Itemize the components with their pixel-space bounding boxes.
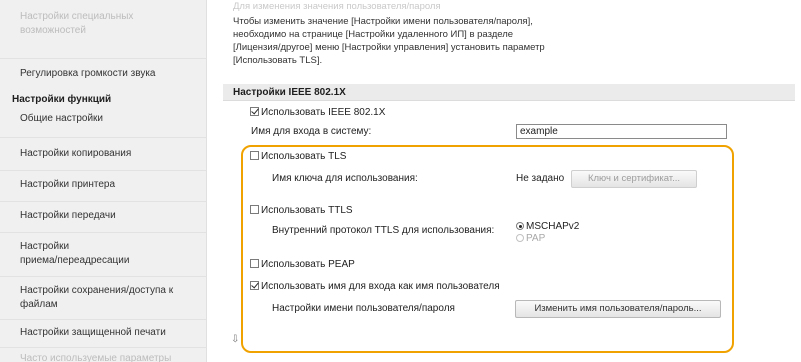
sidebar-item-label: Регулировка громкости звука (20, 68, 156, 79)
sidebar-item-label: файлам (20, 299, 58, 310)
sidebar-item-label: Настройки (20, 241, 70, 252)
pap-label: PAP (526, 233, 546, 244)
sidebar-item-secure-print[interactable]: Настройки защищенной печати (0, 326, 206, 340)
ttls-option-pap[interactable]: PAP (516, 232, 545, 246)
sidebar-item-frequent[interactable]: Часто используемые параметры (0, 352, 206, 362)
sidebar-divider (0, 170, 206, 171)
key-name-value: Не задано (516, 173, 565, 184)
use-ttls-checkbox-row[interactable]: Использовать TTLS (250, 204, 353, 218)
sidebar: Настройки специальных возможностей Регул… (0, 0, 207, 362)
use-peap-checkbox-row[interactable]: Использовать PEAP (250, 258, 355, 272)
note-line: Чтобы изменить значение [Настройки имени… (233, 16, 533, 27)
sidebar-item-accessibility[interactable]: Настройки специальных возможностей (0, 10, 206, 38)
sidebar-item-label: Часто используемые параметры (20, 353, 172, 362)
login-name-label: Имя для входа в систему: (251, 126, 372, 137)
scroll-down-arrow-icon[interactable]: ⇩ (231, 334, 239, 345)
sidebar-divider (0, 58, 206, 59)
key-certificate-button[interactable]: Ключ и сертификат... (571, 170, 697, 188)
note-line-faded: Для изменения значения пользователя/паро… (233, 1, 441, 12)
change-username-password-button[interactable]: Изменить имя пользователя/пароль... (515, 300, 721, 318)
use-ieee8021x-label: Использовать IEEE 802.1X (261, 107, 386, 118)
use-peap-label: Использовать PEAP (261, 259, 355, 270)
ttls-protocol-label: Внутренний протокол TTLS для использован… (272, 225, 495, 236)
use-ttls-checkbox[interactable] (250, 205, 259, 214)
mschapv2-radio[interactable] (516, 222, 524, 230)
use-tls-checkbox[interactable] (250, 151, 259, 160)
sidebar-item-send[interactable]: Настройки передачи (0, 209, 206, 223)
sidebar-item-label: Настройки копирования (20, 148, 132, 159)
sidebar-divider (0, 319, 206, 320)
use-tls-label: Использовать TLS (261, 151, 347, 162)
sidebar-item-label: Настройки сохранения/доступа к (20, 285, 174, 296)
sidebar-item-label: Общие настройки (20, 113, 103, 124)
sidebar-item-receive-forward[interactable]: Настройки приема/переадресации (0, 240, 206, 268)
use-peap-checkbox[interactable] (250, 259, 259, 268)
user-pass-settings-label: Настройки имени пользователя/пароля (272, 303, 455, 314)
sidebar-divider (0, 137, 206, 138)
use-ieee8021x-checkbox-row[interactable]: Использовать IEEE 802.1X (250, 106, 385, 120)
section-header-ieee8021x: Настройки IEEE 802.1X (223, 84, 795, 101)
use-login-as-user-checkbox[interactable] (250, 281, 259, 290)
sidebar-item-printer[interactable]: Настройки принтера (0, 178, 206, 192)
sidebar-item-label: приема/переадресации (20, 255, 130, 266)
sidebar-heading-functions: Настройки функций (12, 94, 112, 105)
use-tls-checkbox-row[interactable]: Использовать TLS (250, 150, 346, 164)
sidebar-item-store-access[interactable]: Настройки сохранения/доступа к файлам (0, 284, 206, 312)
sidebar-item-general[interactable]: Общие настройки (0, 112, 206, 126)
mschapv2-label: MSCHAPv2 (526, 221, 580, 232)
use-login-as-user-checkbox-row[interactable]: Использовать имя для входа как имя польз… (250, 280, 500, 294)
sidebar-item-label: Настройки передачи (20, 210, 116, 221)
sidebar-divider (0, 347, 206, 348)
sidebar-item-copy[interactable]: Настройки копирования (0, 147, 206, 161)
use-login-as-user-label: Использовать имя для входа как имя польз… (261, 281, 500, 292)
pap-radio[interactable] (516, 234, 524, 242)
login-name-input[interactable]: example (516, 124, 727, 139)
sidebar-item-label: Настройки защищенной печати (20, 327, 166, 338)
note-line: [Использовать TLS]. (233, 55, 323, 66)
sidebar-item-label: возможностей (20, 25, 86, 36)
use-ttls-label: Использовать TTLS (261, 205, 353, 216)
use-ieee8021x-checkbox[interactable] (250, 107, 259, 116)
sidebar-divider (0, 201, 206, 202)
note-line: [Лицензия/другое] меню [Настройки управл… (233, 42, 545, 53)
key-name-label: Имя ключа для использования: (272, 173, 418, 184)
note-line: необходимо на странице [Настройки удален… (233, 29, 514, 40)
sidebar-item-volume[interactable]: Регулировка громкости звука (0, 67, 206, 81)
sidebar-divider (0, 276, 206, 277)
sidebar-item-label: Настройки специальных (20, 11, 134, 22)
sidebar-divider (0, 232, 206, 233)
sidebar-item-label: Настройки принтера (20, 179, 116, 190)
